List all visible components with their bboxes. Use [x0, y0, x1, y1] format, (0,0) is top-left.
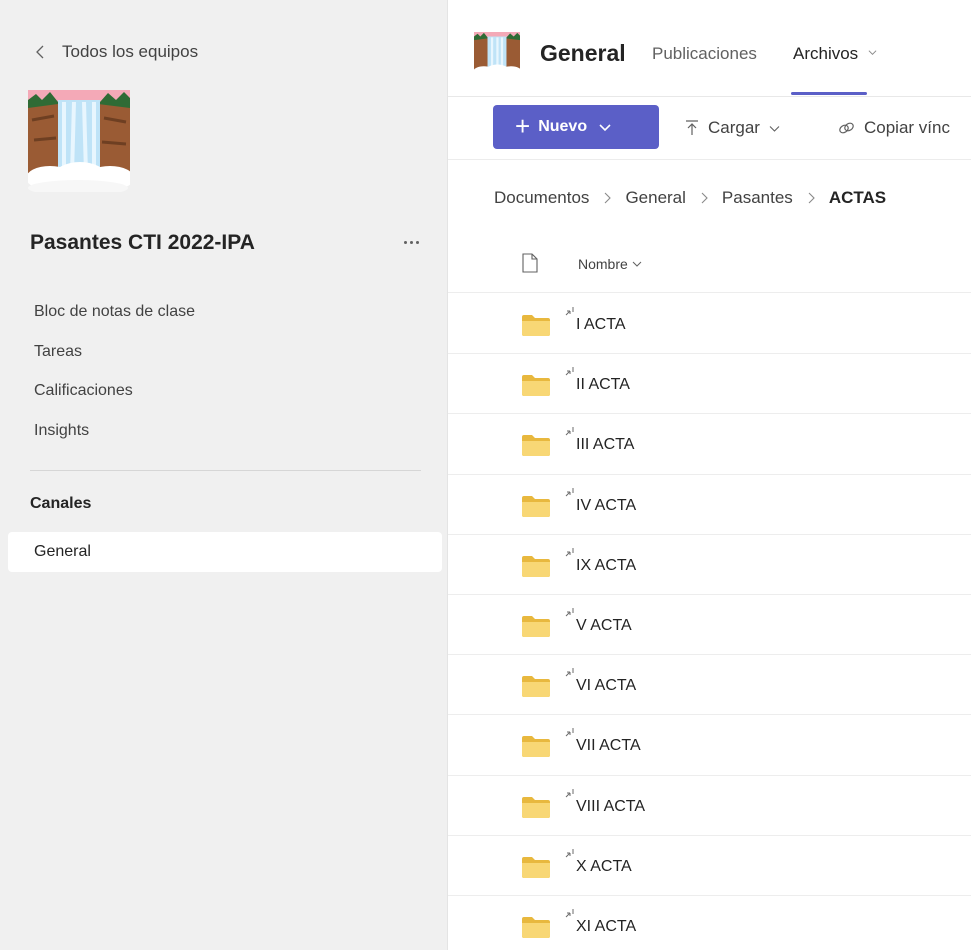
folder-icon [522, 856, 550, 878]
list-item[interactable]: VII ACTA [448, 715, 971, 776]
waterfall-image-icon [26, 90, 134, 196]
more-dot [409, 240, 413, 244]
back-to-all-teams-link[interactable]: Todos los equipos [32, 40, 198, 64]
folder-icon [522, 435, 550, 457]
copy-link-label: Copiar vínc [864, 118, 950, 137]
nav-item-assignments[interactable]: Tareas [34, 339, 82, 365]
files-toolbar: + Nuevo Cargar Copiar vínc [448, 98, 971, 160]
nav-item-class-notebook[interactable]: Bloc de notas de clase [34, 299, 195, 325]
more-horizontal-icon [403, 240, 407, 244]
list-item[interactable]: XI ACTA [448, 896, 971, 950]
channel-item-general[interactable]: General [8, 532, 442, 572]
folder-icon [522, 555, 550, 577]
nav-item-insights[interactable]: Insights [34, 418, 89, 444]
folder-name: X ACTA [576, 857, 632, 875]
chevron-left-icon [36, 45, 44, 59]
chevron-down-icon [632, 261, 642, 267]
new-button[interactable]: + Nuevo [493, 105, 659, 149]
upload-button-label: Cargar [708, 118, 760, 137]
more-dot [415, 240, 419, 244]
link-icon [839, 122, 854, 134]
chevron-down-icon [769, 125, 780, 132]
nav-item-grades[interactable]: Calificaciones [34, 378, 133, 404]
folder-name: XI ACTA [576, 917, 637, 935]
chevron-right-icon [605, 192, 612, 204]
breadcrumb-current: ACTAS [828, 188, 887, 207]
team-avatar[interactable] [26, 90, 134, 196]
folder-icon [522, 736, 550, 758]
list-item[interactable]: VI ACTA [448, 655, 971, 716]
name-column-label: Nombre [578, 256, 628, 272]
folder-name: VII ACTA [576, 737, 641, 755]
list-item[interactable]: X ACTA [448, 836, 971, 896]
folder-icon [522, 676, 550, 698]
main-panel: General Publicaciones Archivos + Nuevo C… [448, 0, 971, 950]
folder-icon [522, 315, 550, 336]
plus-icon: + [515, 110, 531, 141]
channels-heading: Canales [30, 495, 92, 512]
new-button-label: Nuevo [538, 118, 588, 135]
breadcrumb-pasantes[interactable]: Pasantes [722, 188, 793, 208]
chevron-right-icon [808, 192, 815, 204]
breadcrumb-documents[interactable]: Documentos [494, 188, 589, 208]
list-item[interactable]: II ACTA [448, 354, 971, 415]
chevron-down-icon [599, 124, 611, 132]
upload-button[interactable]: Cargar [685, 116, 780, 140]
chevron-right-icon [701, 192, 708, 204]
chevron-down-icon [868, 50, 877, 56]
list-item[interactable]: IX ACTA [448, 535, 971, 595]
list-item[interactable]: III ACTA [448, 414, 971, 475]
folder-icon [522, 495, 550, 517]
channel-title: General [540, 40, 626, 66]
back-link-label: Todos los equipos [62, 42, 199, 61]
folder-name: VI ACTA [576, 677, 637, 695]
document-icon[interactable] [522, 253, 538, 273]
tab-files[interactable]: Archivos [793, 44, 877, 64]
file-list-header: Nombre [448, 238, 971, 293]
folder-name: V ACTA [576, 616, 632, 634]
sidebar-divider [30, 470, 421, 471]
file-list: I ACTA II ACTA III ACTA IV ACTA IX ACTA … [448, 294, 971, 950]
folder-icon [522, 916, 550, 938]
folder-name: IX ACTA [576, 556, 637, 574]
channel-avatar [473, 32, 522, 78]
upload-arrow-icon [686, 120, 698, 135]
channel-header: General Publicaciones Archivos [448, 0, 971, 97]
folder-icon [522, 615, 550, 637]
folder-name: VIII ACTA [576, 797, 646, 815]
breadcrumb-general[interactable]: General [625, 188, 685, 208]
active-tab-indicator [791, 92, 867, 95]
list-item[interactable]: IV ACTA [448, 475, 971, 535]
folder-name: III ACTA [576, 436, 635, 454]
waterfall-image-icon [473, 32, 522, 78]
tab-files-label: Archivos [793, 44, 859, 63]
tab-posts[interactable]: Publicaciones [652, 44, 757, 64]
folder-icon [522, 796, 550, 818]
folder-name: II ACTA [576, 376, 630, 394]
list-item[interactable]: V ACTA [448, 595, 971, 656]
left-rail: Todos los equipos Pasantes CTI 2022-IPA … [0, 0, 448, 950]
copy-link-button[interactable]: Copiar vínc [838, 116, 950, 140]
list-item[interactable]: VIII ACTA [448, 776, 971, 836]
name-column-header[interactable]: Nombre [578, 256, 642, 272]
folder-name: I ACTA [576, 316, 626, 333]
team-name: Pasantes CTI 2022-IPA [30, 231, 255, 254]
folder-name: IV ACTA [576, 496, 637, 514]
list-item[interactable]: I ACTA [448, 294, 971, 355]
more-options-button[interactable] [396, 230, 426, 254]
folder-icon [522, 375, 550, 397]
breadcrumb: Documentos General Pasantes ACTAS [494, 186, 886, 210]
